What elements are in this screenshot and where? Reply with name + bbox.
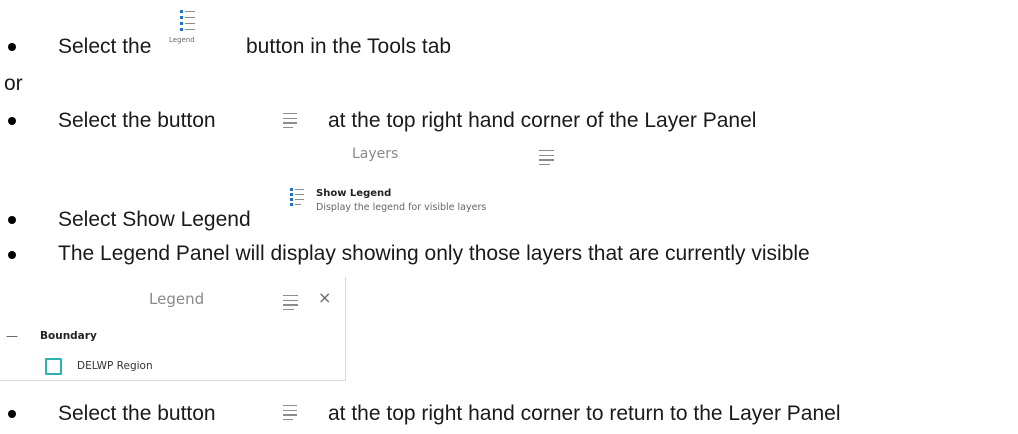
layers-panel-title: Layers xyxy=(352,146,399,162)
show-legend-title: Show Legend xyxy=(316,188,392,199)
tools-legend-button[interactable]: Legend xyxy=(166,6,206,50)
bullet xyxy=(8,216,16,224)
show-legend-menu-item[interactable]: Show Legend Display the legend for visib… xyxy=(288,186,548,218)
hamburger-menu-icon[interactable] xyxy=(283,405,297,423)
step1-text-suffix: button in the Tools tab xyxy=(246,35,452,58)
tools-legend-button-label: Legend xyxy=(169,36,195,44)
collapse-icon[interactable]: — xyxy=(6,329,18,343)
close-icon[interactable]: × xyxy=(318,288,331,307)
legend-icon xyxy=(290,188,304,206)
step1-text-prefix: Select the xyxy=(58,35,152,58)
bullet xyxy=(8,43,16,51)
legend-panel: Legend × — Boundary DELWP Region xyxy=(0,277,346,381)
or-text: or xyxy=(4,72,23,95)
show-legend-description: Display the legend for visible layers xyxy=(316,202,487,213)
step2-text-suffix: at the top right hand corner of the Laye… xyxy=(328,109,757,132)
step2-text-prefix: Select the button xyxy=(58,109,216,132)
hamburger-menu-icon[interactable] xyxy=(539,150,554,168)
step5-text-prefix: Select the button xyxy=(58,402,216,425)
bullet xyxy=(8,117,16,125)
step5-text-suffix: at the top right hand corner to return t… xyxy=(328,402,841,425)
step3-text: Select Show Legend xyxy=(58,208,251,231)
legend-panel-title: Legend xyxy=(149,290,205,308)
layer-swatch xyxy=(45,358,62,375)
step4-text: The Legend Panel will display showing on… xyxy=(58,242,810,265)
legend-group-name: Boundary xyxy=(40,330,97,342)
hamburger-menu-icon[interactable] xyxy=(283,295,298,313)
legend-layer-name: DELWP Region xyxy=(77,360,153,372)
hamburger-menu-icon[interactable] xyxy=(283,113,297,131)
legend-icon xyxy=(180,10,196,31)
bullet xyxy=(8,410,16,418)
bullet xyxy=(8,251,16,259)
